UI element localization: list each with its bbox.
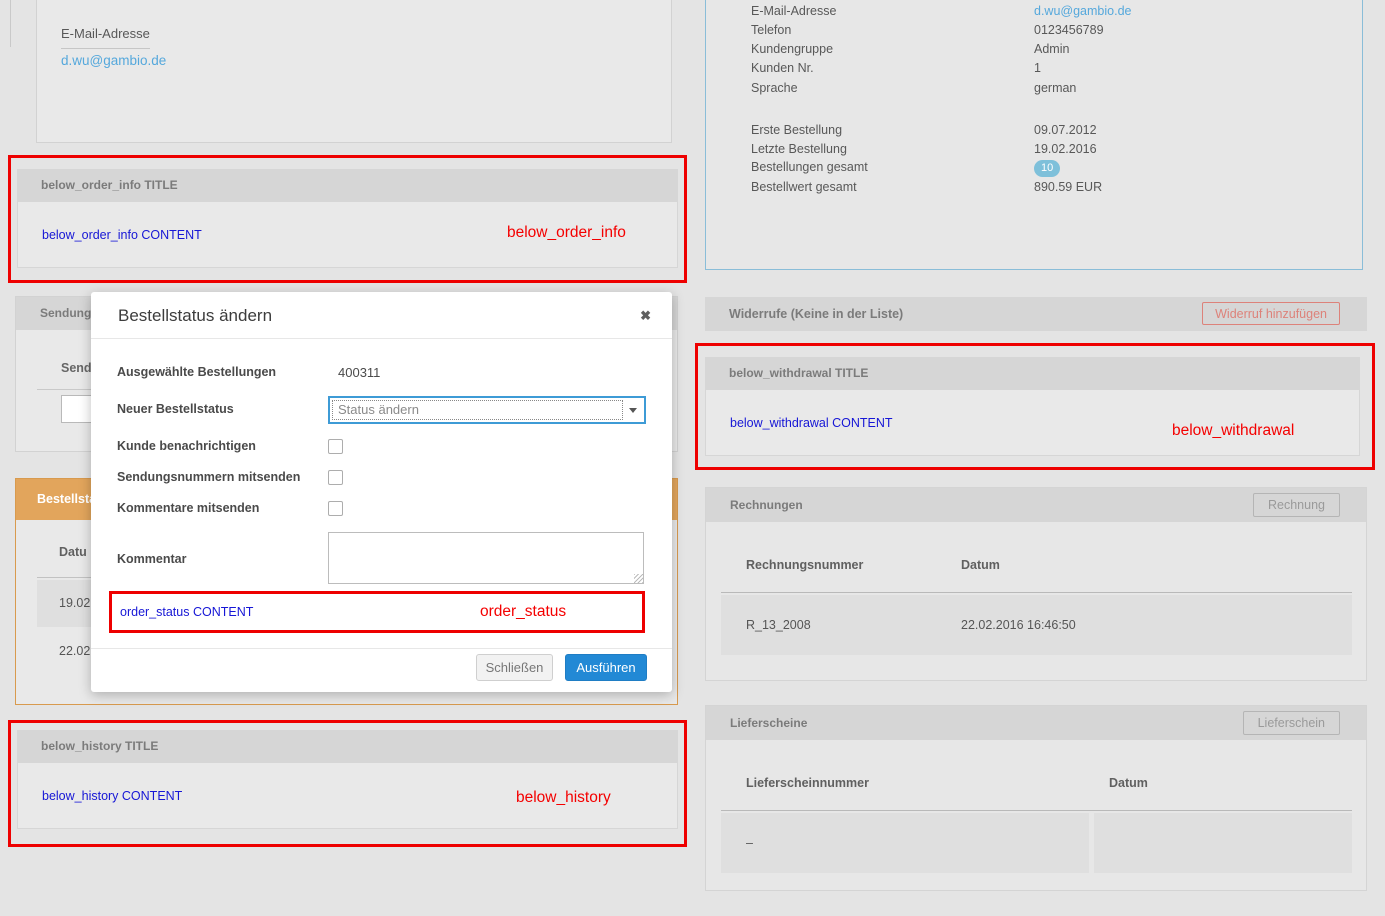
order-status-select-value: Status ändern	[338, 398, 419, 422]
shipping-number-label: Send	[61, 361, 92, 375]
below-history-panel: below_history TITLE below_history CONTEN…	[17, 730, 678, 829]
customer-row: Kunden Nr. 1	[751, 61, 1342, 80]
comment-label: Kommentar	[117, 552, 186, 566]
delivery-notes-title: Lieferscheine	[730, 716, 807, 730]
table-row: R_13_2008 22.02.2016 16:46:50	[721, 595, 1352, 655]
customer-row: Bestellungen gesamt 10	[751, 160, 1342, 179]
email-address-label: E-Mail-Adresse	[61, 26, 150, 49]
send-comments-checkbox[interactable]	[328, 501, 343, 516]
customer-value: german	[1034, 81, 1076, 95]
annotation-label-below-order-info: below_order_info	[507, 224, 626, 242]
send-comments-label: Kommentare mitsenden	[117, 501, 259, 515]
table-row: –	[721, 813, 1089, 873]
order-status-content: order_status CONTENT	[120, 605, 253, 619]
customer-label: Letzte Bestellung	[751, 142, 847, 156]
customer-email-link[interactable]: d.wu@gambio.de	[1034, 4, 1131, 18]
delivery-notes-header: Lieferscheine Lieferschein	[706, 706, 1366, 740]
textarea-resize-handle[interactable]	[634, 574, 643, 583]
chevron-down-icon	[629, 408, 637, 413]
delivery-note-number-cell: –	[746, 813, 753, 873]
invoice-date-column-header: Datum	[961, 558, 1000, 572]
customer-label: Sprache	[751, 81, 798, 95]
notify-customer-label: Kunde benachrichtigen	[117, 439, 256, 453]
withdrawals-title: Widerrufe (Keine in der Liste)	[729, 297, 903, 331]
annotation-label-below-withdrawal: below_withdrawal	[1172, 422, 1294, 440]
send-tracking-numbers-label: Sendungsnummern mitsenden	[117, 470, 300, 484]
table-row	[1094, 813, 1352, 873]
notify-customer-checkbox[interactable]	[328, 439, 343, 454]
below-order-info-title: below_order_info TITLE	[17, 169, 678, 202]
delivery-notes-header-divider	[721, 810, 1352, 811]
order-status-select[interactable]: Status ändern	[328, 396, 646, 424]
below-history-content: below_history CONTENT	[42, 789, 182, 803]
customer-row: Telefon 0123456789	[751, 23, 1342, 42]
invoices-panel: Rechnungen Rechnung Rechnungsnummer Datu…	[705, 487, 1367, 681]
customer-value: 09.07.2012	[1034, 123, 1097, 137]
withdrawals-header-bar: Widerrufe (Keine in der Liste) Widerruf …	[705, 297, 1367, 331]
modal-footer-divider	[91, 648, 672, 649]
order-detail-page: E-Mail-Adresse d.wu@gambio.de below_orde…	[0, 0, 1385, 916]
annotation-box-order-status: order_status CONTENT order_status	[109, 591, 645, 633]
annotation-label-below-history: below_history	[516, 789, 611, 807]
customer-row: Erste Bestellung 09.07.2012	[751, 123, 1342, 142]
customer-label: Kunden Nr.	[751, 61, 814, 75]
customer-row: Letzte Bestellung 19.02.2016	[751, 142, 1342, 161]
customer-info-panel: E-Mail-Adresse d.wu@gambio.de Telefon 01…	[705, 0, 1363, 270]
new-order-status-label: Neuer Bestellstatus	[117, 402, 234, 416]
add-withdrawal-button[interactable]: Widerruf hinzufügen	[1202, 302, 1340, 325]
invoice-date-cell: 22.02.2016 16:46:50	[961, 595, 1076, 655]
below-order-info-panel: below_order_info TITLE below_order_info …	[17, 169, 678, 268]
delivery-note-number-column-header: Lieferscheinnummer	[746, 776, 869, 790]
below-withdrawal-panel: below_withdrawal TITLE below_withdrawal …	[705, 357, 1360, 456]
invoice-number-column-header: Rechnungsnummer	[746, 558, 863, 572]
customer-value: Admin	[1034, 42, 1069, 56]
modal-title: Bestellstatus ändern	[118, 292, 272, 339]
invoices-header: Rechnungen Rechnung	[706, 488, 1366, 522]
delivery-note-button[interactable]: Lieferschein	[1243, 711, 1340, 735]
billing-address-panel: E-Mail-Adresse d.wu@gambio.de	[36, 0, 672, 143]
annotation-box-below-withdrawal: below_withdrawal TITLE below_withdrawal …	[695, 343, 1375, 470]
customer-label: Bestellwert gesamt	[751, 180, 857, 194]
below-withdrawal-content: below_withdrawal CONTENT	[730, 416, 893, 430]
invoice-button[interactable]: Rechnung	[1253, 493, 1340, 517]
annotation-box-below-history: below_history TITLE below_history CONTEN…	[8, 720, 687, 847]
comment-textarea[interactable]	[328, 532, 644, 584]
customer-value: 0123456789	[1034, 23, 1104, 37]
customer-label: Telefon	[751, 23, 791, 37]
invoices-title: Rechnungen	[730, 498, 803, 512]
left-edge-divider	[10, 0, 11, 47]
annotation-box-below-order-info: below_order_info TITLE below_order_info …	[8, 155, 687, 283]
close-icon[interactable]: ✖	[640, 292, 651, 339]
modal-header: Bestellstatus ändern ✖	[91, 292, 672, 339]
annotation-label-order-status: order_status	[480, 603, 566, 621]
customer-row: E-Mail-Adresse d.wu@gambio.de	[751, 4, 1342, 23]
selected-orders-value: 400311	[338, 365, 380, 380]
close-button[interactable]: Schließen	[476, 654, 553, 681]
customer-value: 1	[1034, 61, 1041, 75]
below-order-info-content: below_order_info CONTENT	[42, 228, 202, 242]
invoices-header-divider	[721, 592, 1352, 593]
orders-total-badge: 10	[1034, 160, 1060, 177]
customer-row: Bestellwert gesamt 890.59 EUR	[751, 180, 1342, 199]
send-tracking-numbers-checkbox[interactable]	[328, 470, 343, 485]
delivery-notes-panel: Lieferscheine Lieferschein Lieferscheinn…	[705, 705, 1367, 891]
customer-value: 19.02.2016	[1034, 142, 1097, 156]
execute-button[interactable]: Ausführen	[565, 654, 647, 681]
below-withdrawal-title: below_withdrawal TITLE	[705, 357, 1360, 390]
change-order-status-modal: Bestellstatus ändern ✖ Ausgewählte Beste…	[91, 292, 672, 692]
customer-row: Kundengruppe Admin	[751, 42, 1342, 61]
customer-value: 890.59 EUR	[1034, 180, 1102, 194]
below-history-title: below_history TITLE	[17, 730, 678, 763]
selected-orders-label: Ausgewählte Bestellungen	[117, 365, 276, 379]
customer-label: Bestellungen gesamt	[751, 160, 868, 174]
customer-label: Erste Bestellung	[751, 123, 842, 137]
email-address-link[interactable]: d.wu@gambio.de	[61, 53, 166, 68]
delivery-note-date-column-header: Datum	[1109, 776, 1148, 790]
customer-label: E-Mail-Adresse	[751, 4, 836, 18]
customer-row: Sprache german	[751, 81, 1342, 100]
history-date-column-header: Datu	[59, 545, 87, 559]
invoice-number-cell: R_13_2008	[746, 595, 811, 655]
customer-label: Kundengruppe	[751, 42, 833, 56]
